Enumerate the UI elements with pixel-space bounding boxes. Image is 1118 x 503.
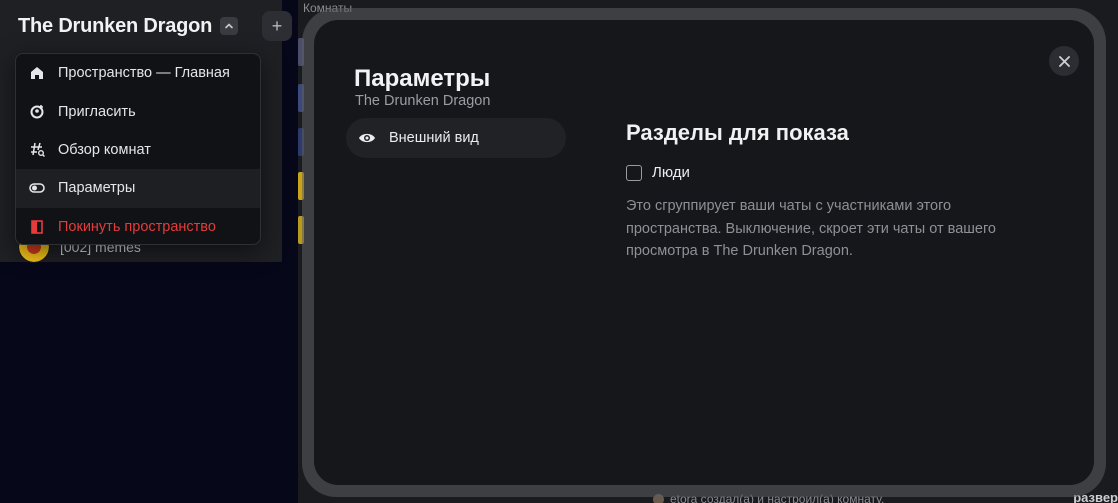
- space-title: The Drunken Dragon: [18, 14, 213, 37]
- settings-toggle-icon: [28, 179, 46, 197]
- menu-item-leave-space[interactable]: Покинуть пространство: [16, 208, 260, 244]
- home-icon: [28, 64, 46, 82]
- settings-dialog-backdrop: Параметры The Drunken Dragon Внешний вид…: [302, 8, 1106, 497]
- section-description: Это сгруппирует ваши чаты с участниками …: [626, 198, 996, 259]
- leave-icon: [28, 218, 46, 236]
- add-button[interactable]: +: [262, 11, 292, 41]
- menu-item-settings[interactable]: Параметры: [16, 169, 260, 208]
- menu-item-explore-rooms[interactable]: Обзор комнат: [16, 131, 260, 169]
- dialog-subtitle: The Drunken Dragon: [355, 93, 491, 109]
- people-checkbox[interactable]: [626, 164, 642, 181]
- dialog-title: Параметры: [354, 65, 491, 92]
- settings-dialog: Параметры The Drunken Dragon Внешний вид…: [314, 20, 1094, 485]
- tab-label: Внешний вид: [389, 130, 479, 146]
- invite-icon: [28, 103, 46, 121]
- menu-item-label: Пригласить: [58, 103, 136, 120]
- menu-item-label: Обзор комнат: [58, 141, 151, 158]
- menu-item-label: Пространство — Главная: [58, 65, 230, 82]
- space-header[interactable]: The Drunken Dragon: [10, 10, 246, 42]
- close-icon: [1058, 55, 1070, 67]
- menu-item-label: Покинуть пространство: [58, 218, 216, 235]
- menu-item-space-home[interactable]: Пространство — Главная: [16, 54, 260, 92]
- plus-icon: +: [271, 15, 283, 36]
- explore-rooms-icon: [28, 141, 46, 159]
- menu-item-invite[interactable]: Пригласить: [16, 92, 260, 130]
- eye-icon: [358, 131, 376, 145]
- menu-item-label: Параметры: [58, 180, 136, 197]
- checkbox-label: Люди: [652, 164, 690, 181]
- people-checkbox-row[interactable]: Люди: [626, 164, 690, 181]
- section-title: Разделы для показа: [626, 120, 849, 145]
- tab-appearance[interactable]: Внешний вид: [346, 118, 566, 158]
- chevron-up-icon[interactable]: [220, 17, 239, 35]
- space-context-menu: Пространство — Главная Пригласить Обзор …: [15, 53, 261, 245]
- close-button[interactable]: [1049, 46, 1079, 76]
